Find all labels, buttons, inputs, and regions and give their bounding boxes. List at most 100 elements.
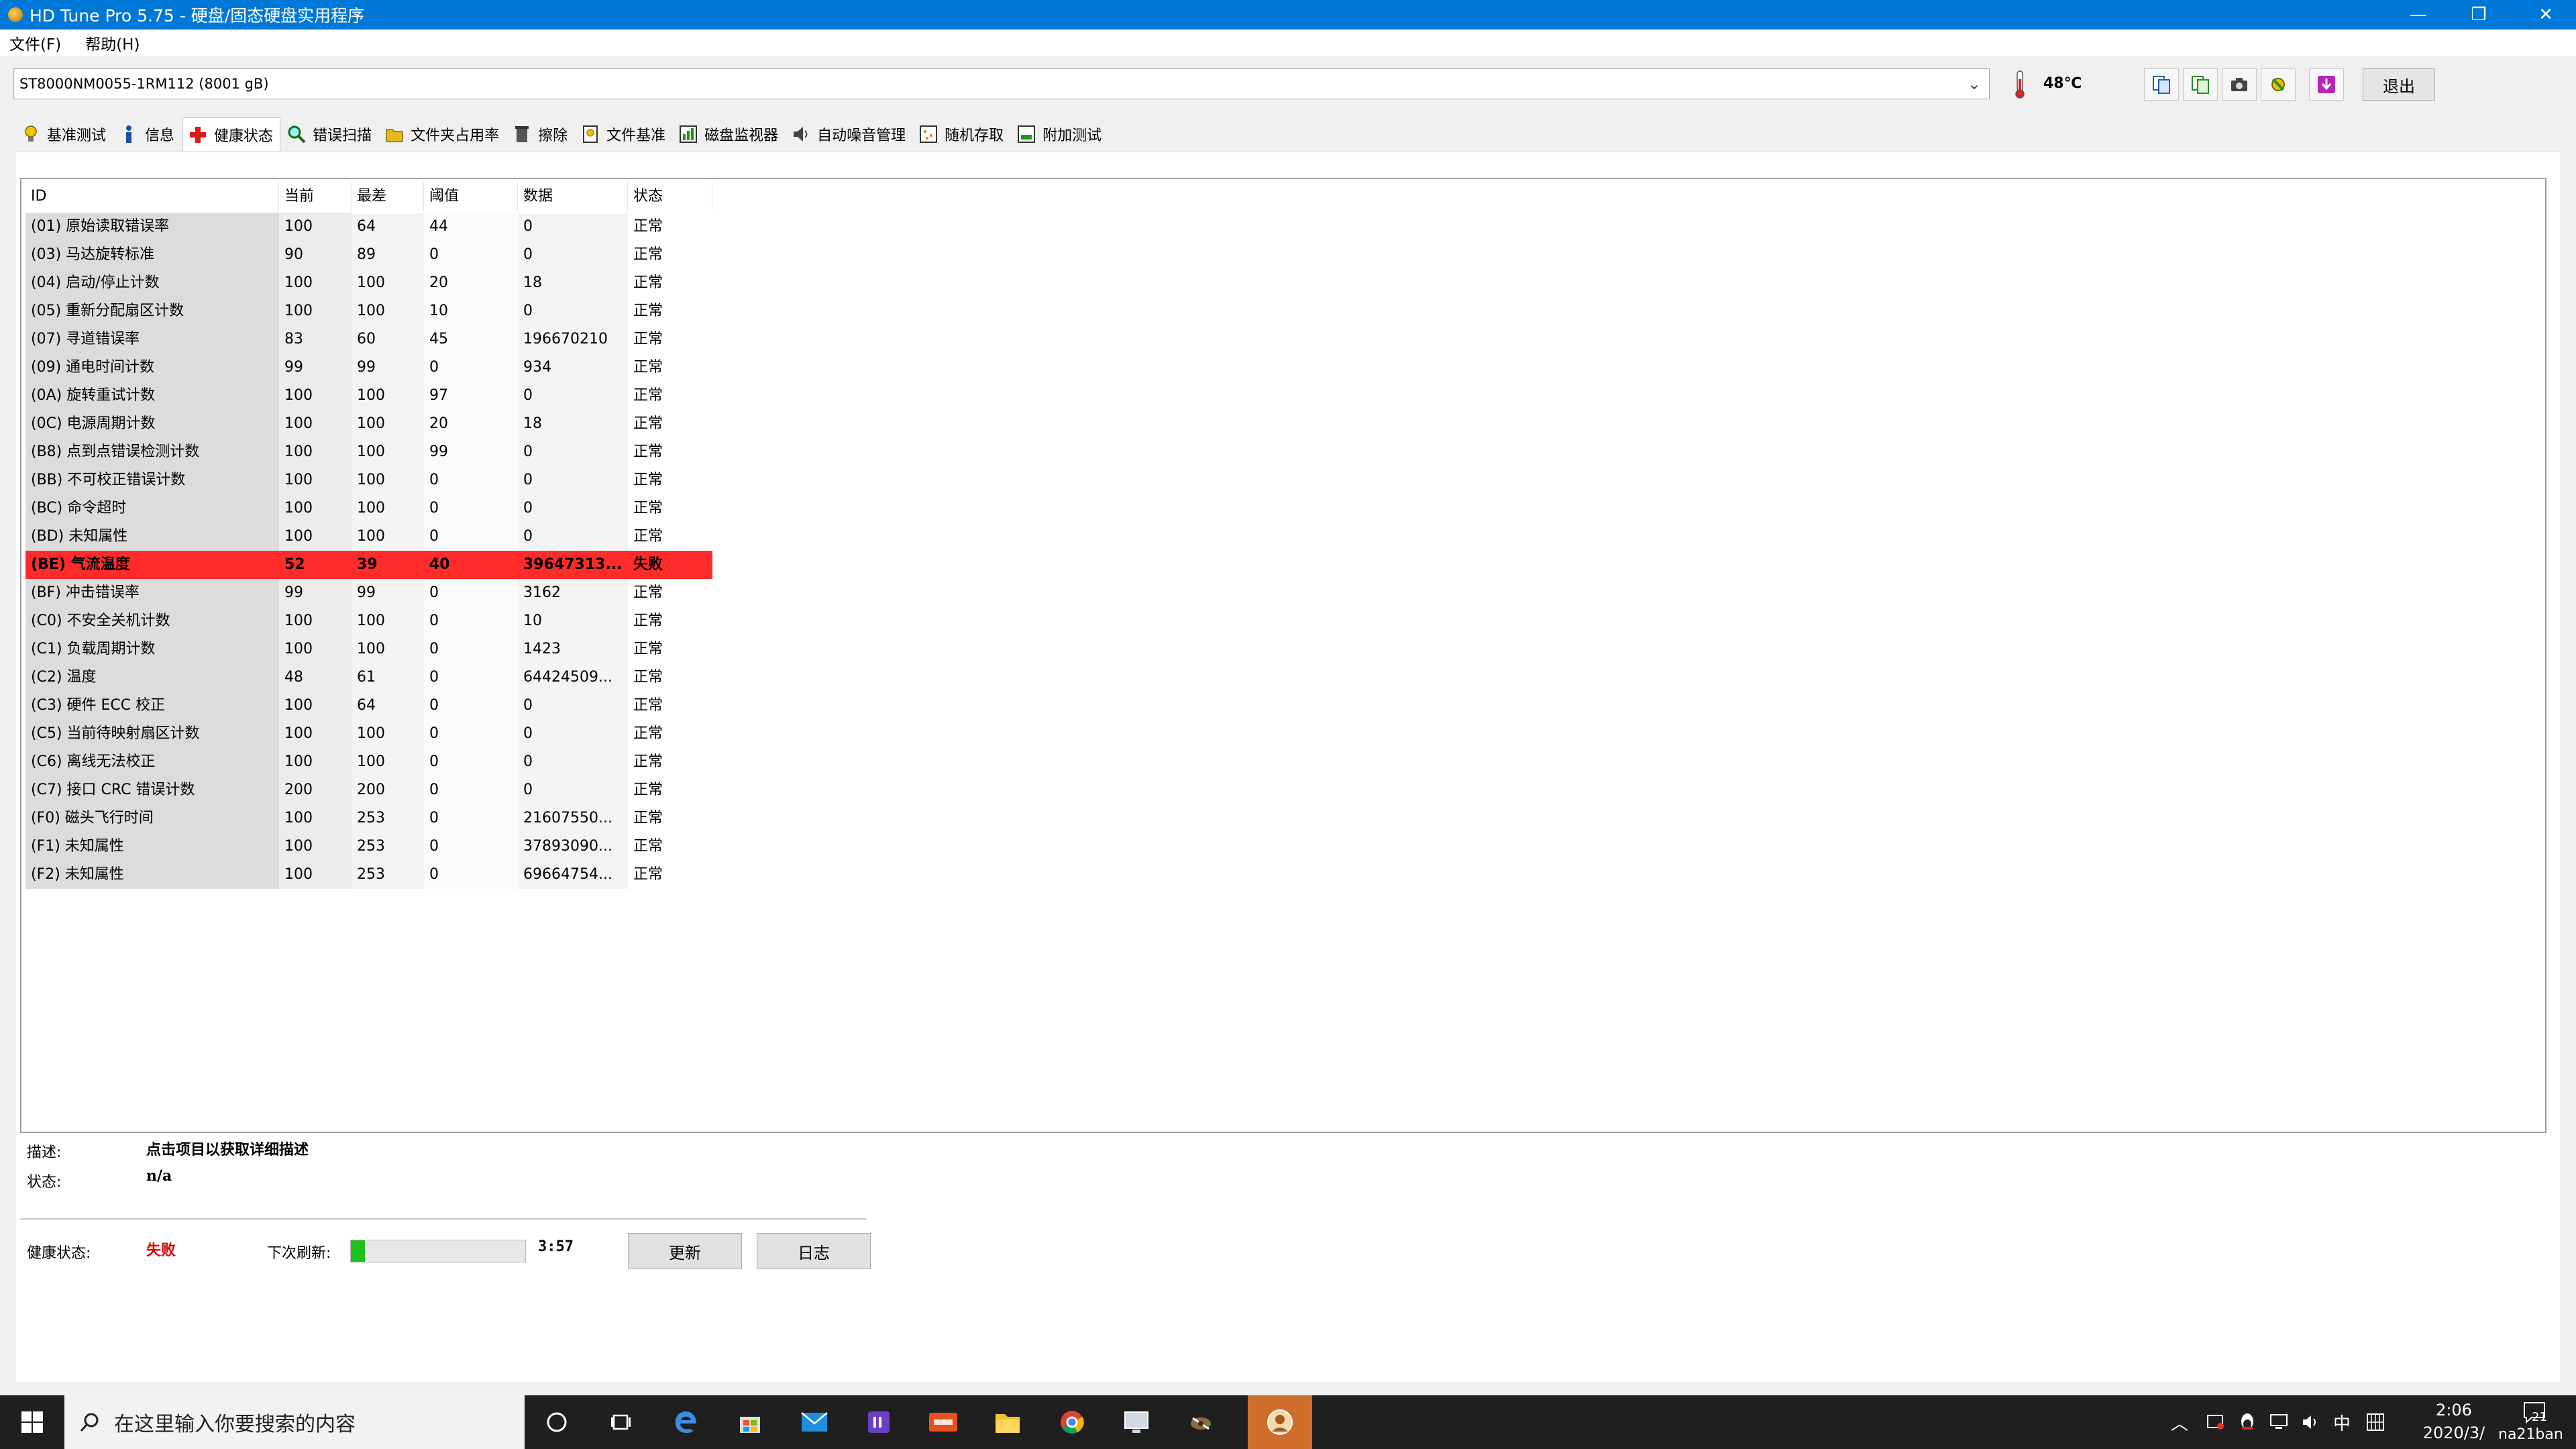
task-view-button[interactable]	[589, 1395, 653, 1449]
cell-id: (F1) 未知属性	[25, 833, 279, 861]
ime-indicator[interactable]: 中	[2333, 1410, 2351, 1435]
log-button[interactable]: 日志	[757, 1233, 871, 1269]
table-row[interactable]: (03) 马达旋转标准 90 89 0 0 正常	[25, 241, 712, 269]
taskbar-app-purple[interactable]	[847, 1395, 911, 1449]
options-button[interactable]	[2261, 68, 2296, 101]
table-row[interactable]: (0C) 电源周期计数 100 100 20 18 正常	[25, 410, 712, 438]
tab-erase[interactable]: 擦除	[507, 119, 574, 149]
taskbar-edge[interactable]	[653, 1395, 718, 1449]
cortana-button[interactable]	[525, 1395, 589, 1449]
cell-id: (05) 重新分配扇区计数	[25, 297, 279, 325]
tab-extra-tests[interactable]: 附加测试	[1012, 119, 1108, 149]
cell-data: 0	[518, 438, 628, 466]
taskbar-search[interactable]: 在这里输入你要搜索的内容	[64, 1395, 525, 1449]
cell-cur: 100	[279, 213, 352, 241]
table-row[interactable]: (BE) 气流温度 52 39 40 39647313... 失败	[25, 551, 712, 579]
tab-disk-monitor[interactable]: 磁盘监视器	[674, 119, 785, 149]
taskbar-mail[interactable]	[782, 1395, 847, 1449]
taskbar-hdtune[interactable]	[1169, 1395, 1233, 1449]
close-button[interactable]: ✕	[2516, 0, 2576, 30]
tab-random-access[interactable]: 随机存取	[914, 119, 1010, 149]
cell-worst: 89	[352, 241, 424, 269]
table-row[interactable]: (C2) 温度 48 61 0 64424509... 正常	[25, 663, 712, 692]
taskbar-active-app[interactable]	[1248, 1395, 1312, 1449]
taskbar-chrome[interactable]	[1040, 1395, 1104, 1449]
table-row[interactable]: (C3) 硬件 ECC 校正 100 64 0 0 正常	[25, 692, 712, 720]
input-grid-icon[interactable]	[2365, 1412, 2385, 1432]
menu-help[interactable]: 帮助(H)	[85, 32, 140, 54]
cell-worst: 64	[352, 213, 424, 241]
tab-bar: 基准测试 信息 健康状态 错误扫描 文件夹占用率 擦除 文件基准 磁盘监视器 自…	[16, 117, 1110, 152]
table-row[interactable]: (F2) 未知属性 100 253 0 69664754... 正常	[25, 861, 712, 889]
tab-file-benchmark[interactable]: 文件基准	[576, 119, 672, 149]
table-row[interactable]: (BB) 不可校正错误计数 100 100 0 0 正常	[25, 466, 712, 494]
taskbar-system-app[interactable]	[1104, 1395, 1169, 1449]
notification-button[interactable]: 21	[2522, 1401, 2552, 1428]
cell-status: 正常	[628, 382, 712, 410]
cell-cur: 100	[279, 269, 352, 297]
qq-penguin-icon[interactable]	[2238, 1412, 2257, 1432]
table-row[interactable]: (BC) 命令超时 100 100 0 0 正常	[25, 494, 712, 523]
taskbar-dts[interactable]	[911, 1395, 975, 1449]
tab-error-scan[interactable]: 错误扫描	[282, 119, 378, 149]
cell-status: 正常	[628, 776, 712, 804]
table-row[interactable]: (07) 寻道错误率 83 60 45 196670210 正常	[25, 325, 712, 354]
taskbar-explorer[interactable]	[975, 1395, 1040, 1449]
edge-icon	[675, 1411, 696, 1434]
temperature-readout: 48℃	[2043, 75, 2082, 92]
table-row[interactable]: (C0) 不安全关机计数 100 100 0 10 正常	[25, 607, 712, 635]
security-tray-icon[interactable]	[2206, 1412, 2226, 1432]
tab-folder-usage[interactable]: 文件夹占用率	[380, 119, 506, 149]
drive-select[interactable]: ST8000NM0055-1RM112 (8001 gB) ⌄	[13, 68, 1990, 99]
screenshot-button[interactable]	[2222, 68, 2257, 101]
header-current[interactable]: 当前	[279, 182, 352, 211]
table-row[interactable]: (05) 重新分配扇区计数 100 100 10 0 正常	[25, 297, 712, 325]
table-row[interactable]: (04) 启动/停止计数 100 100 20 18 正常	[25, 269, 712, 297]
table-row[interactable]: (C7) 接口 CRC 错误计数 200 200 0 0 正常	[25, 776, 712, 804]
table-row[interactable]: (C1) 负载周期计数 100 100 0 1423 正常	[25, 635, 712, 663]
exit-button[interactable]: 退出	[2363, 68, 2435, 101]
cell-status: 正常	[628, 297, 712, 325]
cell-thr: 0	[424, 663, 518, 692]
menu-file[interactable]: 文件(F)	[9, 32, 61, 54]
cell-status: 正常	[628, 861, 712, 889]
copy-screenshot-button[interactable]	[2183, 68, 2218, 101]
volume-icon[interactable]	[2301, 1412, 2321, 1432]
cell-data: 0	[518, 241, 628, 269]
cell-data: 18	[518, 410, 628, 438]
start-button[interactable]	[0, 1395, 64, 1449]
table-row[interactable]: (09) 通电时间计数 99 99 0 934 正常	[25, 354, 712, 382]
header-worst[interactable]: 最差	[352, 182, 424, 211]
tab-health[interactable]: 健康状态	[182, 117, 281, 151]
update-button[interactable]: 更新	[628, 1233, 742, 1269]
table-row[interactable]: (C5) 当前待映射扇区计数 100 100 0 0 正常	[25, 720, 712, 748]
cell-id: (04) 启动/停止计数	[25, 269, 279, 297]
header-data[interactable]: 数据	[518, 182, 628, 211]
header-threshold[interactable]: 阈值	[424, 182, 518, 211]
header-id[interactable]: ID	[25, 182, 279, 211]
restore-button[interactable]: ❐	[2449, 0, 2509, 30]
table-row[interactable]: (F1) 未知属性 100 253 0 37893090... 正常	[25, 833, 712, 861]
header-status[interactable]: 状态	[628, 182, 712, 211]
taskbar-clock[interactable]: 2:06 2020/3/	[2408, 1395, 2500, 1449]
chevron-up-icon[interactable]: ︿	[2171, 1410, 2188, 1435]
table-row[interactable]: (C6) 离线无法校正 100 100 0 0 正常	[25, 748, 712, 776]
task-view-icon	[611, 1414, 631, 1430]
save-button[interactable]	[2309, 68, 2344, 101]
cell-thr: 97	[424, 382, 518, 410]
table-row[interactable]: (B8) 点到点错误检测计数 100 100 99 0 正常	[25, 438, 712, 466]
copy-text-button[interactable]	[2144, 68, 2179, 101]
table-row[interactable]: (BD) 未知属性 100 100 0 0 正常	[25, 523, 712, 551]
cell-status: 正常	[628, 663, 712, 692]
taskbar-store[interactable]	[718, 1395, 782, 1449]
table-row[interactable]: (01) 原始读取错误率 100 64 44 0 正常	[25, 213, 712, 241]
tab-info[interactable]: 信息	[114, 119, 181, 149]
table-row[interactable]: (0A) 旋转重试计数 100 100 97 0 正常	[25, 382, 712, 410]
tab-aam[interactable]: 自动噪音管理	[786, 119, 912, 149]
tab-benchmark[interactable]: 基准测试	[16, 119, 113, 149]
health-cross-icon	[189, 125, 207, 144]
minimize-button[interactable]: —	[2388, 0, 2449, 30]
table-row[interactable]: (F0) 磁头飞行时间 100 253 0 21607550... 正常	[25, 804, 712, 833]
network-icon[interactable]	[2269, 1412, 2289, 1432]
table-row[interactable]: (BF) 冲击错误率 99 99 0 3162 正常	[25, 579, 712, 607]
